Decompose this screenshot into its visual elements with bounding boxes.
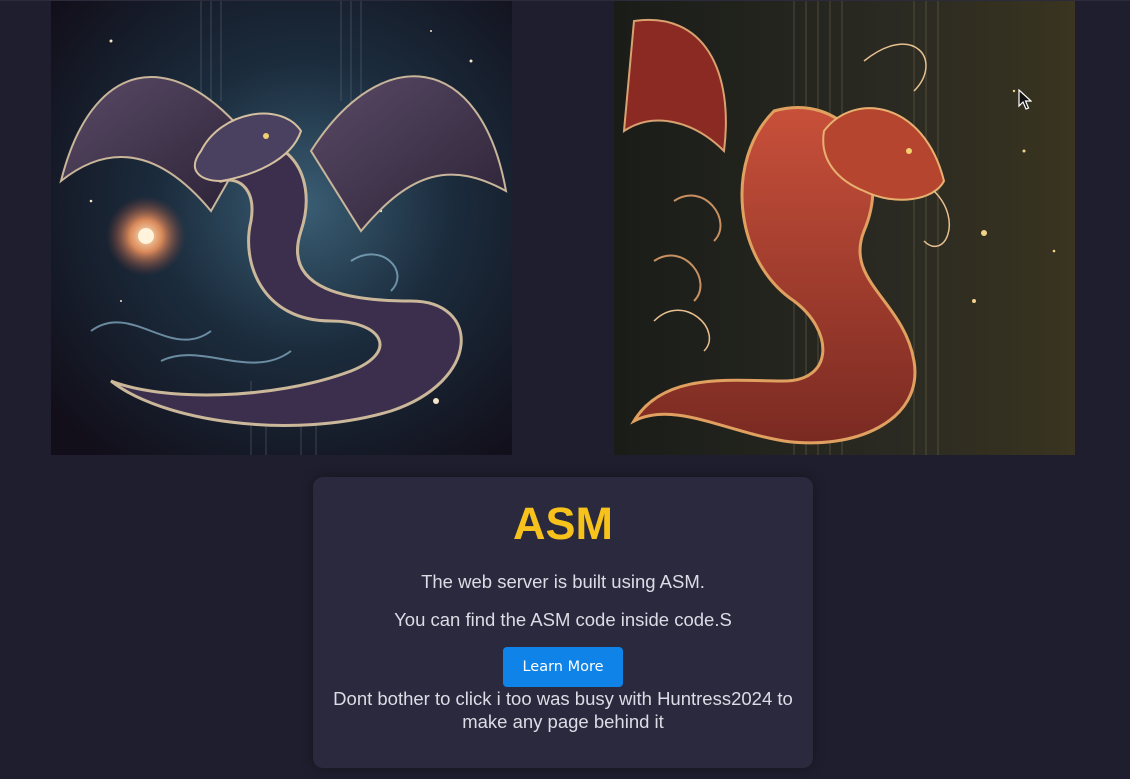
purple-dragon-icon [51, 1, 512, 455]
mouse-cursor-icon [1018, 89, 1032, 110]
card-title: ASM [513, 498, 613, 549]
page: ASM The web server is built using ASM. Y… [0, 0, 1130, 779]
description-line-1: The web server is built using ASM. [421, 571, 705, 592]
red-dragon-icon [614, 1, 1075, 455]
description-line-2: You can find the ASM code inside code.S [394, 609, 732, 630]
info-card: ASM The web server is built using ASM. Y… [313, 477, 813, 768]
learn-more-button[interactable]: Learn More [503, 647, 623, 687]
dragon-image-left [51, 1, 512, 455]
dragon-image-right [614, 1, 1075, 455]
note-text: Dont bother to click i too was busy with… [333, 688, 793, 732]
